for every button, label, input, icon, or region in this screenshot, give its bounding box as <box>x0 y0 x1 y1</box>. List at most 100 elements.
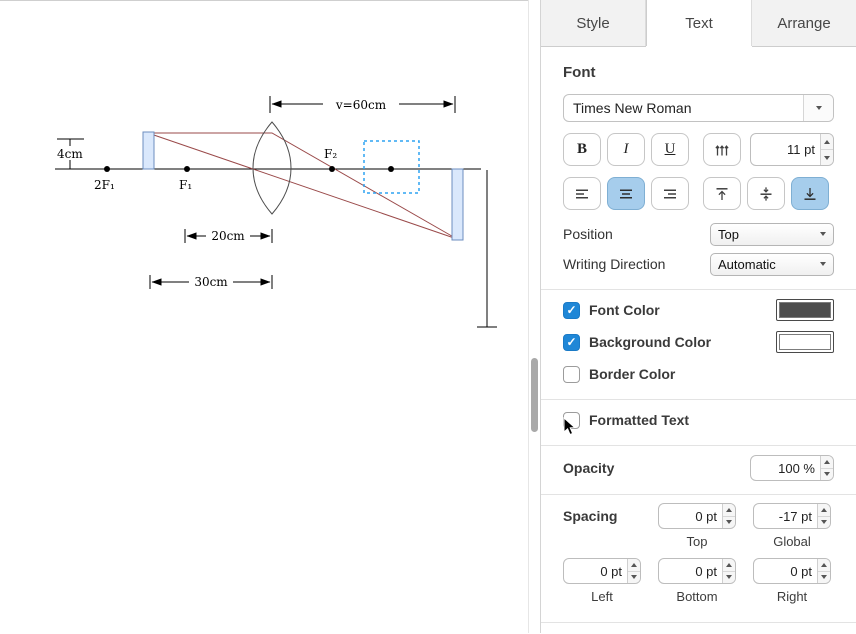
position-row: Position Top <box>563 222 834 246</box>
tab-style[interactable]: Style <box>541 0 646 46</box>
d20-label: 20cm <box>211 229 245 243</box>
format-panel: Style Text Arrange Font Times New Roman … <box>540 0 856 633</box>
position-select[interactable]: Top <box>710 223 834 246</box>
divider <box>541 494 856 495</box>
font-size-value: 11 pt <box>751 134 820 165</box>
point-f2-dot[interactable] <box>329 166 335 172</box>
spin-buttons[interactable] <box>817 504 830 528</box>
light-rays[interactable] <box>148 133 457 239</box>
font-size-stepper[interactable]: 11 pt <box>750 133 834 166</box>
border-color-label: Border Color <box>589 366 675 382</box>
scrollbar-thumb[interactable] <box>531 358 538 432</box>
spin-buttons[interactable] <box>627 559 640 583</box>
point-2f1-dot[interactable] <box>104 166 110 172</box>
spin-down-icon[interactable] <box>723 572 735 584</box>
align-left-button[interactable] <box>563 177 601 210</box>
spin-buttons[interactable] <box>722 559 735 583</box>
spacing-bottom-label: Bottom <box>658 584 736 613</box>
align-right-icon <box>661 185 679 203</box>
spin-down-icon[interactable] <box>818 517 830 529</box>
font-size-spin-buttons[interactable] <box>820 134 833 165</box>
spin-down-icon[interactable] <box>818 572 830 584</box>
tab-text[interactable]: Text <box>646 0 752 46</box>
panel-scrollbar[interactable] <box>528 0 540 633</box>
valign-bottom-icon <box>801 185 819 203</box>
object-shape[interactable] <box>143 132 154 169</box>
align-center-icon <box>617 185 635 203</box>
spacing-right-stepper[interactable]: 0 pt <box>753 558 831 584</box>
format-panel-tabs: Style Text Arrange <box>541 0 856 47</box>
underline-glyph: U <box>665 141 676 158</box>
spacing-global-stepper[interactable]: -17 pt <box>753 503 831 529</box>
spin-down-icon[interactable] <box>628 572 640 584</box>
font-section-label: Font <box>563 64 834 81</box>
spacing-label: Spacing <box>563 508 641 524</box>
height-marker[interactable]: 4cm <box>54 139 86 169</box>
font-color-swatch-fill <box>779 302 831 318</box>
spacing-bottom-value: 0 pt <box>659 559 722 583</box>
spacing-top-label: Top <box>658 529 736 558</box>
formatted-text-row: Formatted Text <box>563 408 834 432</box>
spin-up-icon[interactable] <box>818 504 830 517</box>
italic-button[interactable]: I <box>607 133 645 166</box>
spin-up-icon[interactable] <box>723 559 735 572</box>
spacing-left-label: Left <box>563 584 641 613</box>
background-color-swatch[interactable] <box>776 331 834 353</box>
font-color-swatch[interactable] <box>776 299 834 321</box>
background-color-checkbox[interactable] <box>563 334 580 351</box>
font-color-label: Font Color <box>589 302 660 318</box>
dimension-30cm[interactable]: 30cm <box>150 275 272 289</box>
valign-top-button[interactable] <box>703 177 741 210</box>
background-color-label: Background Color <box>589 334 711 350</box>
align-right-button[interactable] <box>651 177 689 210</box>
position-select-value: Top <box>718 227 739 242</box>
writing-direction-label: Writing Direction <box>563 256 665 272</box>
font-color-checkbox[interactable] <box>563 302 580 319</box>
spin-down-icon[interactable] <box>821 469 833 481</box>
underline-button[interactable]: U <box>651 133 689 166</box>
spin-buttons[interactable] <box>722 504 735 528</box>
opacity-stepper[interactable]: 100 % <box>750 455 834 481</box>
spin-up-icon[interactable] <box>821 456 833 469</box>
spacing-left-stepper[interactable]: 0 pt <box>563 558 641 584</box>
valign-bottom-button[interactable] <box>791 177 829 210</box>
convex-lens-shape[interactable] <box>253 122 291 214</box>
point-f1-dot[interactable] <box>184 166 190 172</box>
tab-arrange[interactable]: Arrange <box>752 0 856 46</box>
writing-direction-row: Writing Direction Automatic <box>563 252 834 276</box>
spin-up-icon[interactable] <box>723 504 735 517</box>
opacity-spin-buttons[interactable] <box>820 456 833 480</box>
spin-up-icon[interactable] <box>818 559 830 572</box>
dimension-20cm[interactable]: 20cm <box>185 229 272 243</box>
point-unlabeled-dot[interactable] <box>388 166 394 172</box>
screen-reference-line[interactable] <box>477 170 497 327</box>
spacing-bottom-stepper[interactable]: 0 pt <box>658 558 736 584</box>
dimension-v60[interactable]: v=60cm <box>270 96 455 113</box>
vertical-text-icon <box>713 141 731 159</box>
spin-down-icon[interactable] <box>723 517 735 529</box>
formatted-text-checkbox[interactable] <box>563 412 580 429</box>
divider <box>541 399 856 400</box>
align-center-button[interactable] <box>607 177 645 210</box>
image-shape[interactable] <box>452 169 463 240</box>
vertical-text-button[interactable] <box>703 133 741 166</box>
formatted-text-label: Formatted Text <box>589 412 689 428</box>
font-family-dropdown[interactable]: Times New Roman <box>563 94 834 122</box>
background-color-row: Background Color <box>563 330 834 354</box>
spacing-global-value: -17 pt <box>754 504 817 528</box>
background-color-swatch-fill <box>779 334 831 350</box>
writing-direction-select[interactable]: Automatic <box>710 253 834 276</box>
valign-middle-icon <box>757 185 775 203</box>
spin-up-icon[interactable] <box>821 134 833 150</box>
border-color-checkbox[interactable] <box>563 366 580 383</box>
spin-down-icon[interactable] <box>821 150 833 165</box>
spacing-right-value: 0 pt <box>754 559 817 583</box>
valign-middle-button[interactable] <box>747 177 785 210</box>
spin-up-icon[interactable] <box>628 559 640 572</box>
bold-button[interactable]: B <box>563 133 601 166</box>
center-ray-line[interactable] <box>148 133 457 239</box>
spin-buttons[interactable] <box>817 559 830 583</box>
font-family-value: Times New Roman <box>564 95 803 121</box>
spacing-top-stepper[interactable]: 0 pt <box>658 503 736 529</box>
drawing-canvas[interactable]: 4cm 2F₁ F₁ F₂ v=60cm <box>0 0 528 633</box>
